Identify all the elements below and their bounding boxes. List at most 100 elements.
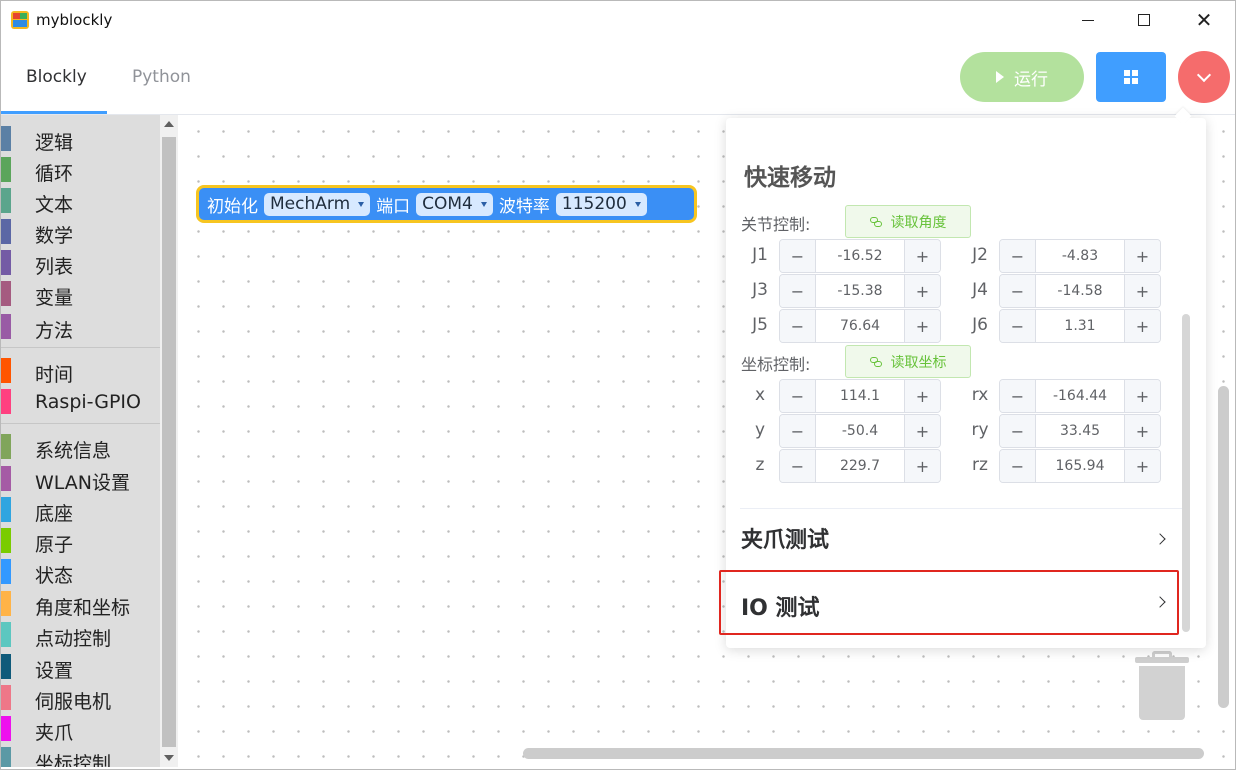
toolbox-category[interactable]: 变量: [1, 277, 160, 309]
increment-button[interactable]: +: [904, 380, 940, 412]
toolbox-category[interactable]: 系统信息: [1, 430, 160, 462]
read-angle-button[interactable]: 读取角度: [845, 205, 971, 238]
toolbox-category[interactable]: 坐标控制: [1, 743, 160, 767]
joint-value-input[interactable]: -4.83: [1036, 240, 1124, 272]
joint-stepper[interactable]: − -16.52 +: [779, 239, 941, 273]
coord-stepper[interactable]: −165.94 +: [999, 449, 1161, 483]
increment-button[interactable]: +: [904, 240, 940, 272]
coord-name-label: ry: [971, 420, 989, 440]
joint-value-input[interactable]: 1.31: [1036, 310, 1124, 342]
joint-stepper[interactable]: −1.31 +: [999, 309, 1161, 343]
increment-button[interactable]: +: [904, 450, 940, 482]
toolbox-category[interactable]: Raspi-GPIO: [1, 385, 160, 416]
decrement-button[interactable]: −: [780, 275, 816, 307]
coord-stepper[interactable]: −229.7 +: [779, 449, 941, 483]
close-icon: ✕: [1195, 8, 1213, 32]
coord-value-input[interactable]: 114.1: [816, 380, 904, 412]
minimize-button[interactable]: [1065, 5, 1111, 35]
category-color-swatch: [1, 716, 11, 741]
toolbox-category[interactable]: 列表: [1, 246, 160, 278]
toolbox-category[interactable]: 循环: [1, 153, 160, 185]
run-button[interactable]: 运行: [960, 52, 1084, 102]
increment-button[interactable]: +: [1124, 240, 1160, 272]
coord-value-input[interactable]: 165.94: [1036, 450, 1124, 482]
toolbox-category-label: 原子: [35, 534, 74, 556]
increment-button[interactable]: +: [904, 310, 940, 342]
decrement-button[interactable]: −: [780, 450, 816, 482]
joint-value-input[interactable]: 76.64: [816, 310, 904, 342]
increment-button[interactable]: +: [1124, 310, 1160, 342]
toolbox-category[interactable]: 文本: [1, 184, 160, 216]
coord-stepper[interactable]: −114.1 +: [779, 379, 941, 413]
port-dropdown[interactable]: COM4: [416, 192, 493, 216]
quick-move-title: 快速移动: [744, 165, 836, 191]
increment-button[interactable]: +: [1124, 275, 1160, 307]
increment-button[interactable]: +: [904, 415, 940, 447]
decrement-button[interactable]: −: [780, 240, 816, 272]
toolbox-category[interactable]: 夹爪: [1, 712, 160, 744]
read-coord-button[interactable]: 读取坐标: [845, 345, 971, 378]
toolbox-category[interactable]: 逻辑: [1, 122, 160, 154]
gripper-test-item[interactable]: 夹爪测试: [741, 522, 829, 554]
toolbox-category[interactable]: 时间: [1, 354, 160, 386]
toolbox-category[interactable]: 方法: [1, 310, 160, 342]
decrement-button[interactable]: −: [1000, 275, 1036, 307]
toolbox-category-label: 方法: [35, 320, 74, 342]
toolbox-category[interactable]: 底座: [1, 493, 160, 525]
decrement-button[interactable]: −: [1000, 415, 1036, 447]
toolbox-category[interactable]: 设置: [1, 650, 160, 682]
toolbox-category[interactable]: 数学: [1, 215, 160, 247]
toolbox-category-label: 循环: [35, 163, 74, 185]
toolbox-category[interactable]: 点动控制: [1, 618, 160, 650]
toolbox-category[interactable]: WLAN设置: [1, 462, 160, 494]
coord-stepper[interactable]: − -164.44 +: [999, 379, 1161, 413]
decrement-button[interactable]: −: [1000, 310, 1036, 342]
decrement-button[interactable]: −: [1000, 240, 1036, 272]
decrement-button[interactable]: −: [1000, 450, 1036, 482]
close-button[interactable]: ✕: [1181, 5, 1227, 35]
toolbox-category[interactable]: 原子: [1, 524, 160, 556]
coord-value-input[interactable]: 229.7: [816, 450, 904, 482]
coord-value-input[interactable]: -50.4: [816, 415, 904, 447]
quick-control-button[interactable]: [1096, 52, 1166, 102]
toolbox-category[interactable]: 状态: [1, 555, 160, 587]
coord-value-input[interactable]: 33.45: [1036, 415, 1124, 447]
joint-value-input[interactable]: -14.58: [1036, 275, 1124, 307]
coord-stepper[interactable]: −33.45 +: [999, 414, 1161, 448]
increment-button[interactable]: +: [1124, 415, 1160, 447]
toolbox-category[interactable]: 伺服电机: [1, 681, 160, 713]
dropdown-menu-button[interactable]: [1178, 51, 1230, 103]
joint-value-input[interactable]: -16.52: [816, 240, 904, 272]
trash-can-icon[interactable]: [1135, 651, 1189, 723]
joint-stepper[interactable]: − -4.83 +: [999, 239, 1161, 273]
scroll-up-arrow-icon[interactable]: [164, 121, 174, 127]
toolbox-category[interactable]: 角度和坐标: [1, 587, 160, 619]
joint-stepper[interactable]: −76.64 +: [779, 309, 941, 343]
increment-button[interactable]: +: [1124, 450, 1160, 482]
tab-blockly[interactable]: Blockly: [26, 67, 87, 87]
decrement-button[interactable]: −: [780, 380, 816, 412]
coord-stepper[interactable]: − -50.4 +: [779, 414, 941, 448]
tab-python[interactable]: Python: [132, 67, 191, 87]
joint-stepper[interactable]: − -15.38 +: [779, 274, 941, 308]
coord-name-label: z: [755, 455, 765, 475]
increment-button[interactable]: +: [1124, 380, 1160, 412]
baud-dropdown[interactable]: 115200: [555, 192, 647, 216]
decrement-button[interactable]: −: [780, 415, 816, 447]
decrement-button[interactable]: −: [1000, 380, 1036, 412]
init-block[interactable]: 初始化 MechArm 端口 COM4 波特率 115200: [196, 185, 697, 223]
robot-dropdown[interactable]: MechArm: [264, 192, 371, 216]
workspace-vertical-scrollbar[interactable]: [1218, 386, 1229, 708]
toolbox-scroll-thumb[interactable]: [162, 137, 176, 747]
joint-stepper[interactable]: − -14.58 +: [999, 274, 1161, 308]
coord-value-input[interactable]: -164.44: [1036, 380, 1124, 412]
panel-scrollbar[interactable]: [1182, 314, 1190, 632]
decrement-button[interactable]: −: [780, 310, 816, 342]
read-angle-label: 读取角度: [890, 214, 947, 231]
workspace-horizontal-scrollbar[interactable]: [523, 748, 1204, 759]
toolbox-scrollbar[interactable]: [160, 115, 178, 767]
increment-button[interactable]: +: [904, 275, 940, 307]
maximize-button[interactable]: [1121, 5, 1167, 35]
joint-value-input[interactable]: -15.38: [816, 275, 904, 307]
scroll-down-arrow-icon[interactable]: [164, 755, 174, 761]
